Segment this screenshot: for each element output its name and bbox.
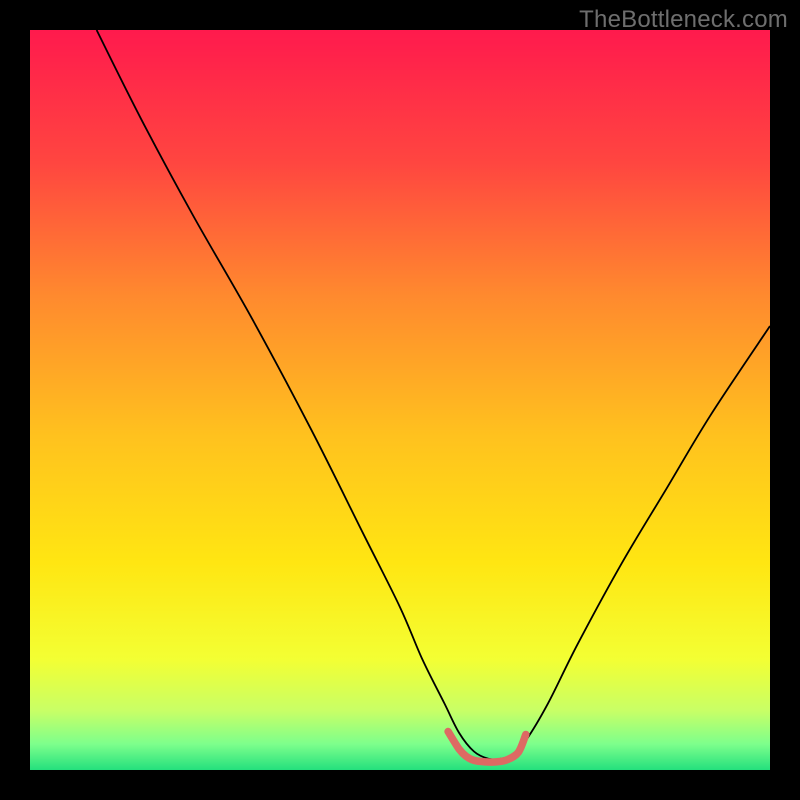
chart-svg	[30, 30, 770, 770]
gradient-background	[30, 30, 770, 770]
bottleneck-chart: TheBottleneck.com	[0, 0, 800, 800]
plot-area	[30, 30, 770, 770]
